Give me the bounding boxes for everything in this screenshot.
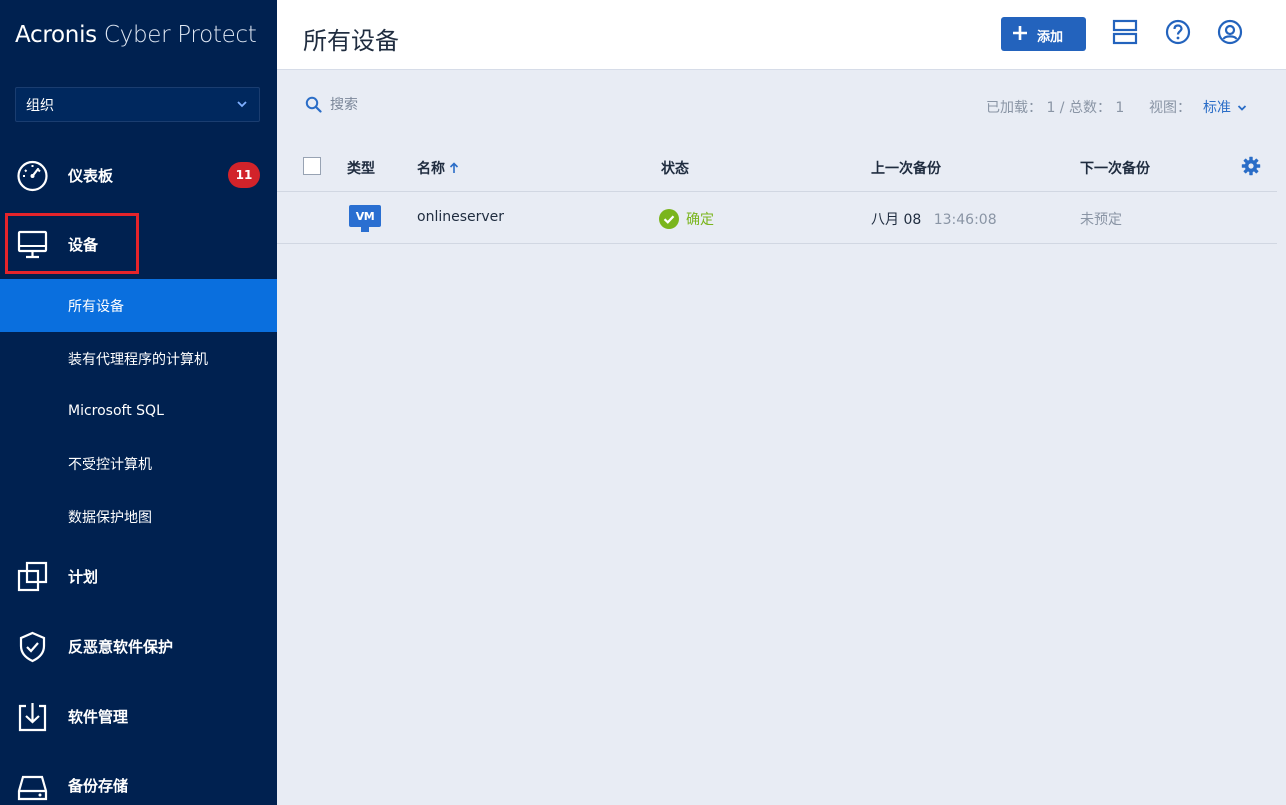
brand-name: Acronis <box>15 22 97 48</box>
sidebar-item-backup-storage[interactable]: 备份存储 <box>0 755 277 805</box>
last-backup-cell: 八月 08 13:46:08 <box>871 209 997 229</box>
gear-icon[interactable] <box>1241 156 1261 176</box>
last-backup-time: 13:46:08 <box>933 212 997 228</box>
sidebar-item-antimalware[interactable]: 反恶意软件保护 <box>0 616 277 676</box>
chevron-down-icon <box>1237 105 1247 111</box>
table-header: 类型 名称 状态 上一次备份 下一次备份 <box>277 140 1277 192</box>
sidebar-subitem-microsoft-sql[interactable]: Microsoft SQL <box>0 384 277 437</box>
sidebar: Acronis Cyber Protect 组织 仪表板 11 设备 所有设备 … <box>0 0 277 805</box>
sidebar-item-label: 仪表板 <box>68 166 114 185</box>
monitor-icon <box>17 230 48 258</box>
chevron-down-icon <box>237 101 247 108</box>
column-header-name[interactable]: 名称 <box>417 158 459 178</box>
vm-icon: VM <box>349 205 381 233</box>
status-cell: 确定 <box>658 208 714 230</box>
sidebar-item-label: 软件管理 <box>68 707 129 726</box>
search-icon <box>305 96 322 113</box>
layout-icon[interactable] <box>1112 19 1138 45</box>
sidebar-subitem-label: 装有代理程序的计算机 <box>68 351 208 368</box>
vm-type-label: VM <box>349 205 381 227</box>
shield-icon <box>19 631 46 662</box>
sidebar-item-software-management[interactable]: 软件管理 <box>0 686 277 746</box>
dashboard-gauge-icon <box>17 160 48 191</box>
column-header-status[interactable]: 状态 <box>661 158 689 178</box>
help-icon[interactable] <box>1165 19 1191 45</box>
sidebar-subitem-label: Microsoft SQL <box>68 402 164 419</box>
sidebar-subitem-label: 不受控计算机 <box>68 456 152 473</box>
status-text: 确定 <box>686 212 714 228</box>
organization-select-value: 组织 <box>26 97 54 114</box>
column-header-type[interactable]: 类型 <box>347 158 375 178</box>
sidebar-subitem-unmanaged-machines[interactable]: 不受控计算机 <box>0 437 277 490</box>
sidebar-subitem-all-devices[interactable]: 所有设备 <box>0 279 277 332</box>
last-backup-date: 八月 08 <box>871 212 922 228</box>
next-backup-cell: 未预定 <box>1080 212 1122 228</box>
plus-icon <box>1013 26 1027 40</box>
search-input[interactable] <box>330 94 530 116</box>
storage-icon <box>17 775 48 800</box>
vm-icon-stand <box>361 227 369 232</box>
view-mode-value: 标准 <box>1203 100 1231 116</box>
organization-select[interactable]: 组织 <box>15 87 260 122</box>
sidebar-item-label: 反恶意软件保护 <box>68 637 174 656</box>
sidebar-item-dashboard[interactable]: 仪表板 11 <box>0 145 277 205</box>
sidebar-item-devices[interactable]: 设备 <box>0 214 277 274</box>
brand-product: Cyber Protect <box>96 22 257 48</box>
sidebar-subitem-data-protection-map[interactable]: 数据保护地图 <box>0 490 277 543</box>
device-name[interactable]: onlineserver <box>417 209 504 225</box>
column-header-next-backup[interactable]: 下一次备份 <box>1080 158 1150 178</box>
select-all-checkbox[interactable] <box>303 157 321 175</box>
check-circle-icon <box>659 209 679 229</box>
sidebar-subitem-machines-with-agents[interactable]: 装有代理程序的计算机 <box>0 332 277 385</box>
table-row[interactable]: VM onlineserver 确定 八月 08 13:46:08 未预定 <box>277 193 1277 244</box>
add-device-button[interactable]: 添加 <box>1001 17 1086 51</box>
column-header-last-backup[interactable]: 上一次备份 <box>871 158 941 178</box>
view-mode-select[interactable]: 标准 <box>1203 97 1247 117</box>
loaded-count-info: 已加载： 1 / 总数： 1 <box>986 100 1125 116</box>
sidebar-item-label: 设备 <box>68 235 99 254</box>
page-title: 所有设备 <box>303 27 399 55</box>
plans-icon <box>17 561 48 591</box>
user-icon[interactable] <box>1217 19 1243 45</box>
sidebar-subitem-label: 所有设备 <box>68 298 124 315</box>
sidebar-item-label: 备份存储 <box>68 776 129 795</box>
add-button-label: 添加 <box>1037 30 1064 45</box>
column-header-name-label: 名称 <box>417 161 445 177</box>
page-header: 所有设备 添加 <box>277 0 1286 70</box>
sort-ascending-icon <box>449 162 459 173</box>
sidebar-item-label: 计划 <box>68 567 99 586</box>
view-label: 视图： <box>1149 100 1191 116</box>
sidebar-item-plans[interactable]: 计划 <box>0 546 277 606</box>
app-logo[interactable]: Acronis Cyber Protect <box>15 22 257 48</box>
sidebar-subitem-label: 数据保护地图 <box>68 509 152 526</box>
alerts-count-badge: 11 <box>228 162 260 188</box>
download-box-icon <box>18 702 47 731</box>
